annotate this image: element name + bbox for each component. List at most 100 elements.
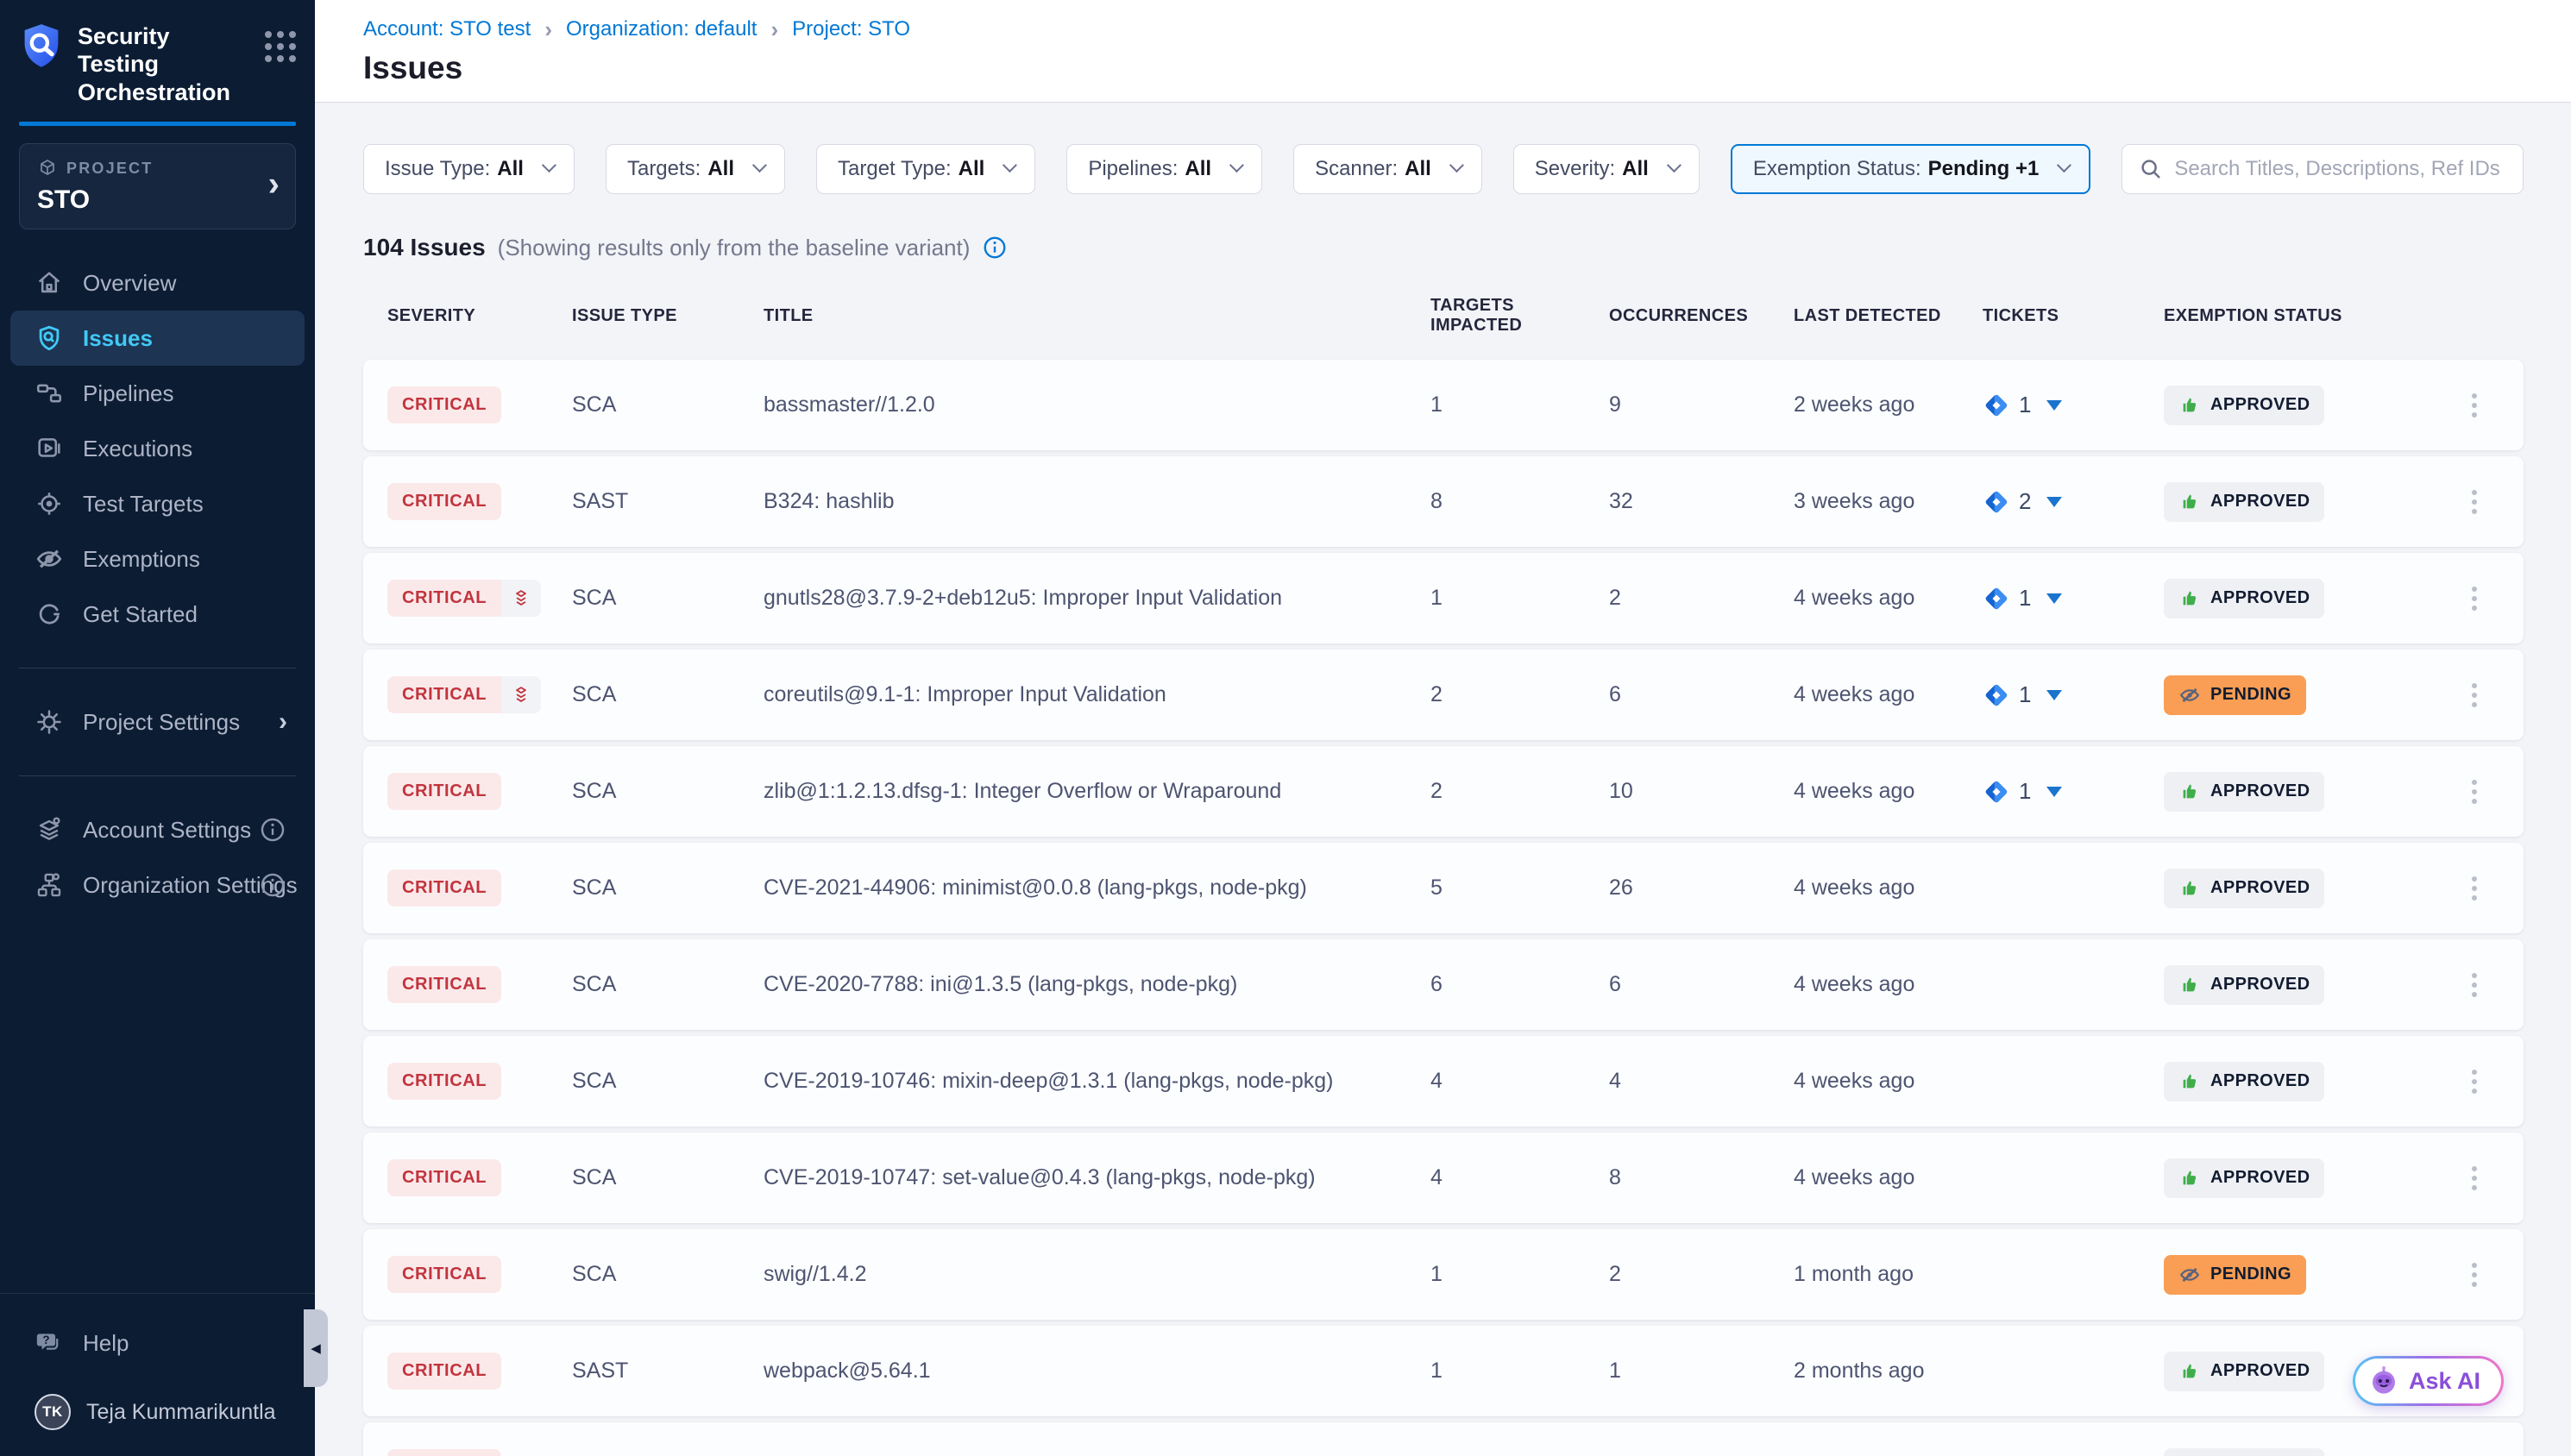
sidebar-item-executions[interactable]: Executions	[10, 421, 305, 476]
issue-title[interactable]: coreutils@9.1-1: Improper Input Validati…	[764, 682, 1430, 707]
issue-title[interactable]: webpack@5.64.1	[764, 1359, 1430, 1384]
row-menu-button[interactable]	[2463, 1158, 2486, 1199]
targets-impacted-cell: 2	[1430, 779, 1609, 804]
sidebar-bottom: ? Help TK Teja Kummarikuntla	[0, 1293, 315, 1456]
issue-title[interactable]: gnutls28@3.7.9-2+deb12u5: Improper Input…	[764, 586, 1430, 611]
table-row[interactable]: CRITICAL SCA CVE-2019-10746: mixin-deep@…	[363, 1036, 2524, 1127]
sidebar-item-test-targets[interactable]: Test Targets	[10, 476, 305, 531]
row-menu-button[interactable]	[2463, 868, 2486, 909]
severity-cell: CRITICAL	[387, 869, 572, 907]
filter-pipelines[interactable]: Pipelines: All	[1066, 144, 1262, 194]
thumbs-up-icon	[2178, 394, 2201, 417]
user-menu[interactable]: TK Teja Kummarikuntla	[10, 1380, 305, 1430]
project-selector[interactable]: PROJECT STO ›	[19, 143, 296, 229]
issue-title[interactable]: swig//1.4.2	[764, 1262, 1430, 1287]
chevron-down-icon[interactable]	[2046, 690, 2062, 700]
targets-impacted-cell: 1	[1430, 392, 1609, 417]
chevron-down-icon[interactable]	[2046, 400, 2062, 411]
sidebar-item-pipelines[interactable]: Pipelines	[10, 366, 305, 421]
occurrences-cell: 4	[1609, 1069, 1794, 1094]
sidebar-item-exemptions[interactable]: Exemptions	[10, 531, 305, 587]
info-icon[interactable]	[982, 235, 1008, 260]
issue-title[interactable]: B324: hashlib	[764, 489, 1430, 514]
row-menu-cell	[2463, 1061, 2524, 1102]
sidebar-item-account-settings[interactable]: Account Settings	[10, 802, 305, 857]
table-row[interactable]: CRITICAL SCA CVE-2019-10747: set-value@0…	[363, 1133, 2524, 1223]
last-detected-cell: 4 weeks ago	[1794, 875, 1983, 901]
table-row[interactable]: CRITICAL SCA CVE-2020-7788: ini@1.3.5 (l…	[363, 939, 2524, 1030]
sidebar-item-organization-settings[interactable]: Organization Settings	[10, 857, 305, 913]
breadcrumb-project-link[interactable]: Project: STO	[792, 17, 910, 41]
table-row[interactable]: CRITICAL SCA coreutils@9.1-1: Improper I…	[363, 650, 2524, 740]
filter-severity[interactable]: Severity: All	[1513, 144, 1700, 194]
help-button[interactable]: ? Help	[10, 1323, 305, 1363]
chevron-down-icon[interactable]	[2046, 787, 2062, 797]
ticket-link[interactable]: 1	[1983, 392, 2062, 419]
search-input[interactable]	[2174, 157, 2507, 181]
severity-cell: CRITICAL	[387, 966, 572, 1003]
targets-impacted-cell: 6	[1430, 972, 1609, 997]
chevron-down-icon	[2057, 158, 2071, 173]
table-row[interactable]: CRITICAL SCA gnutls28@3.7.9-2+deb12u5: I…	[363, 553, 2524, 643]
breadcrumb: Account: STO test › Organization: defaul…	[363, 17, 2523, 41]
severity-cell: CRITICAL	[387, 580, 572, 617]
chevron-down-icon[interactable]	[2046, 593, 2062, 604]
issue-title[interactable]: zlib@1:1.2.13.dfsg-1: Integer Overflow o…	[764, 779, 1430, 804]
last-detected-cell: 3 weeks ago	[1794, 489, 1983, 514]
breadcrumb-account-link[interactable]: Account: STO test	[363, 17, 531, 41]
filter-targets[interactable]: Targets: All	[606, 144, 785, 194]
table-row[interactable]: CRITICAL SCA zlib@1:1.2.13.dfsg-1: Integ…	[363, 746, 2524, 837]
filter-exemption-status[interactable]: Exemption Status: Pending +1	[1731, 144, 2090, 194]
severity-cell: CRITICAL	[387, 773, 572, 810]
table-row[interactable]: CRITICAL SAST django@1.2 1 22 2 months a…	[363, 1422, 2524, 1456]
filter-target-type[interactable]: Target Type: All	[816, 144, 1035, 194]
table-row[interactable]: CRITICAL SAST webpack@5.64.1 1 1 2 month…	[363, 1326, 2524, 1416]
tickets-cell: 1	[1983, 585, 2164, 612]
filter-issue-type[interactable]: Issue Type: All	[363, 144, 575, 194]
sidebar-item-get-started[interactable]: Get Started	[10, 587, 305, 642]
row-menu-button[interactable]	[2463, 385, 2486, 426]
row-menu-button[interactable]	[2463, 481, 2486, 523]
row-menu-button[interactable]	[2463, 1447, 2486, 1456]
sidebar-item-project-settings[interactable]: Project Settings ›	[10, 694, 305, 750]
filter-scanner[interactable]: Scanner: All	[1293, 144, 1482, 194]
occurrences-cell: 2	[1609, 586, 1794, 611]
issue-title[interactable]: CVE-2019-10746: mixin-deep@1.3.1 (lang-p…	[764, 1069, 1430, 1094]
ask-ai-button[interactable]: Ask AI	[2353, 1356, 2504, 1406]
sidebar-item-overview[interactable]: Overview	[10, 255, 305, 311]
row-menu-button[interactable]	[2463, 578, 2486, 619]
chevron-down-icon	[1229, 158, 1244, 173]
breadcrumb-organization-link[interactable]: Organization: default	[566, 17, 757, 41]
module-switcher-grid-icon[interactable]	[265, 31, 296, 62]
sidebar-collapse-handle[interactable]: ◀	[304, 1309, 328, 1387]
table-row[interactable]: CRITICAL SCA bassmaster//1.2.0 1 9 2 wee…	[363, 360, 2524, 450]
table-row[interactable]: CRITICAL SCA swig//1.4.2 1 2 1 month ago…	[363, 1229, 2524, 1320]
severity-badge: CRITICAL	[387, 1063, 501, 1100]
issue-title[interactable]: CVE-2021-44906: minimist@0.0.8 (lang-pkg…	[764, 875, 1430, 901]
table-row[interactable]: CRITICAL SAST B324: hashlib 8 32 3 weeks…	[363, 456, 2524, 547]
chevron-down-icon[interactable]	[2046, 497, 2062, 507]
issue-title[interactable]: CVE-2019-10747: set-value@0.4.3 (lang-pk…	[764, 1165, 1430, 1190]
sidebar-item-issues[interactable]: Issues	[10, 311, 305, 366]
row-menu-button[interactable]	[2463, 964, 2486, 1006]
row-menu-cell	[2463, 481, 2524, 523]
row-menu-cell	[2463, 868, 2524, 909]
severity-cell: CRITICAL	[387, 386, 572, 424]
issue-title[interactable]: CVE-2020-7788: ini@1.3.5 (lang-pkgs, nod…	[764, 972, 1430, 997]
chevron-right-icon: ›	[770, 18, 778, 41]
ticket-link[interactable]: 1	[1983, 681, 2062, 709]
ticket-link[interactable]: 1	[1983, 778, 2062, 806]
occurrences-cell: 2	[1609, 1262, 1794, 1287]
exemption-status-cell: APPROVED	[2164, 579, 2463, 618]
severity-cell: CRITICAL	[387, 1063, 572, 1100]
ticket-link[interactable]: 2	[1983, 488, 2062, 516]
ticket-link[interactable]: 1	[1983, 585, 2062, 612]
row-menu-button[interactable]	[2463, 1254, 2486, 1296]
table-row[interactable]: CRITICAL SCA CVE-2021-44906: minimist@0.…	[363, 843, 2524, 933]
row-menu-button[interactable]	[2463, 1061, 2486, 1102]
row-menu-button[interactable]	[2463, 675, 2486, 716]
severity-badge: CRITICAL	[387, 773, 501, 810]
issue-type-cell: SCA	[572, 779, 764, 804]
row-menu-button[interactable]	[2463, 771, 2486, 813]
issue-title[interactable]: bassmaster//1.2.0	[764, 392, 1430, 417]
